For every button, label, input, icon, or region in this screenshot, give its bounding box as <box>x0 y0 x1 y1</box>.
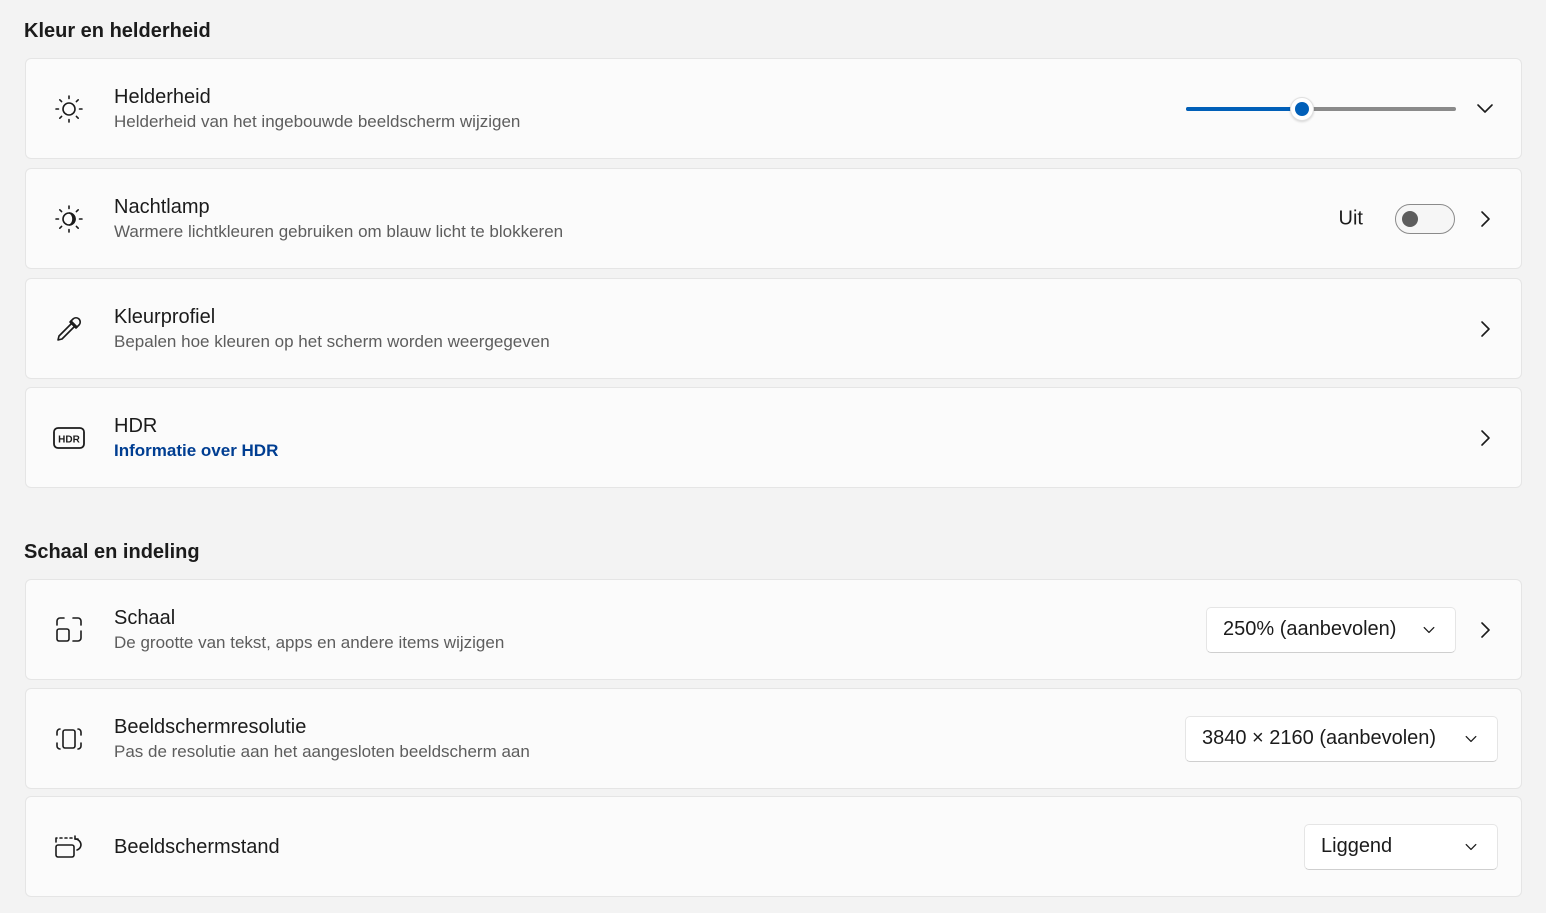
scale-icon <box>52 613 86 647</box>
orientation-title: Beeldschermstand <box>114 835 280 858</box>
chevron-right-icon[interactable] <box>1475 319 1495 339</box>
chevron-right-icon[interactable] <box>1475 209 1495 229</box>
section-title-color: Kleur en helderheid <box>24 20 211 42</box>
sun-icon <box>52 92 86 126</box>
resolution-subtitle: Pas de resolutie aan het aangesloten bee… <box>114 741 530 761</box>
toggle-state-label: Uit <box>1338 207 1363 229</box>
resolution-card[interactable]: Beeldschermresolutie Pas de resolutie aa… <box>25 688 1522 789</box>
eyedropper-icon <box>52 312 86 346</box>
night-light-subtitle: Warmere lichtkleuren gebruiken om blauw … <box>114 221 564 241</box>
night-light-icon <box>52 202 86 236</box>
chevron-right-icon[interactable] <box>1475 620 1495 640</box>
chevron-down-icon <box>1461 729 1481 749</box>
resolution-dropdown-value: 3840 × 2160 (aanbevolen) <box>1202 727 1437 749</box>
orientation-card[interactable]: Beeldschermstand Liggend <box>25 796 1522 897</box>
color-profile-card[interactable]: Kleurprofiel Bepalen hoe kleuren op het … <box>25 278 1522 379</box>
scale-title: Schaal <box>114 606 176 629</box>
night-light-title: Nachtlamp <box>114 195 210 218</box>
brightness-slider[interactable] <box>1186 96 1456 121</box>
scale-dropdown-value: 250% (aanbevolen) <box>1223 618 1397 640</box>
color-profile-title: Kleurprofiel <box>114 305 216 328</box>
brightness-card[interactable]: Helderheid Helderheid van het ingebouwde… <box>25 58 1522 159</box>
slider-thumb[interactable] <box>1290 96 1315 121</box>
scale-dropdown[interactable]: 250% (aanbevolen) <box>1206 606 1456 653</box>
chevron-down-icon <box>1461 837 1481 857</box>
night-light-toggle[interactable] <box>1395 203 1455 234</box>
chevron-right-icon[interactable] <box>1475 428 1495 448</box>
night-light-card[interactable]: Nachtlamp Warmere lichtkleuren gebruiken… <box>25 168 1522 269</box>
orientation-dropdown[interactable]: Liggend <box>1304 823 1498 870</box>
svg-text:HDR: HDR <box>58 434 80 445</box>
toggle-knob <box>1402 210 1418 227</box>
resolution-dropdown[interactable]: 3840 × 2160 (aanbevolen) <box>1185 715 1498 762</box>
hdr-icon: HDR <box>52 421 86 455</box>
orientation-dropdown-value: Liggend <box>1321 835 1393 857</box>
hdr-title: HDR <box>114 414 158 437</box>
resolution-icon <box>52 722 86 756</box>
expand-button[interactable] <box>1475 99 1495 119</box>
chevron-down-icon <box>1477 103 1493 113</box>
color-profile-subtitle: Bepalen hoe kleuren op het scherm worden… <box>114 331 550 351</box>
brightness-title: Helderheid <box>114 85 211 108</box>
scale-subtitle: De grootte van tekst, apps en andere ite… <box>114 632 505 652</box>
slider-fill <box>1186 106 1303 111</box>
section-title-scale: Schaal en indeling <box>24 541 200 563</box>
brightness-subtitle: Helderheid van het ingebouwde beeldscher… <box>114 111 521 131</box>
orientation-icon <box>52 830 86 864</box>
resolution-title: Beeldschermresolutie <box>114 715 307 738</box>
chevron-down-icon <box>1419 620 1439 640</box>
hdr-info-link[interactable]: Informatie over HDR <box>114 439 278 463</box>
scale-card[interactable]: Schaal De grootte van tekst, apps en and… <box>25 579 1522 680</box>
hdr-card[interactable]: HDR HDR Informatie over HDR <box>25 387 1522 488</box>
